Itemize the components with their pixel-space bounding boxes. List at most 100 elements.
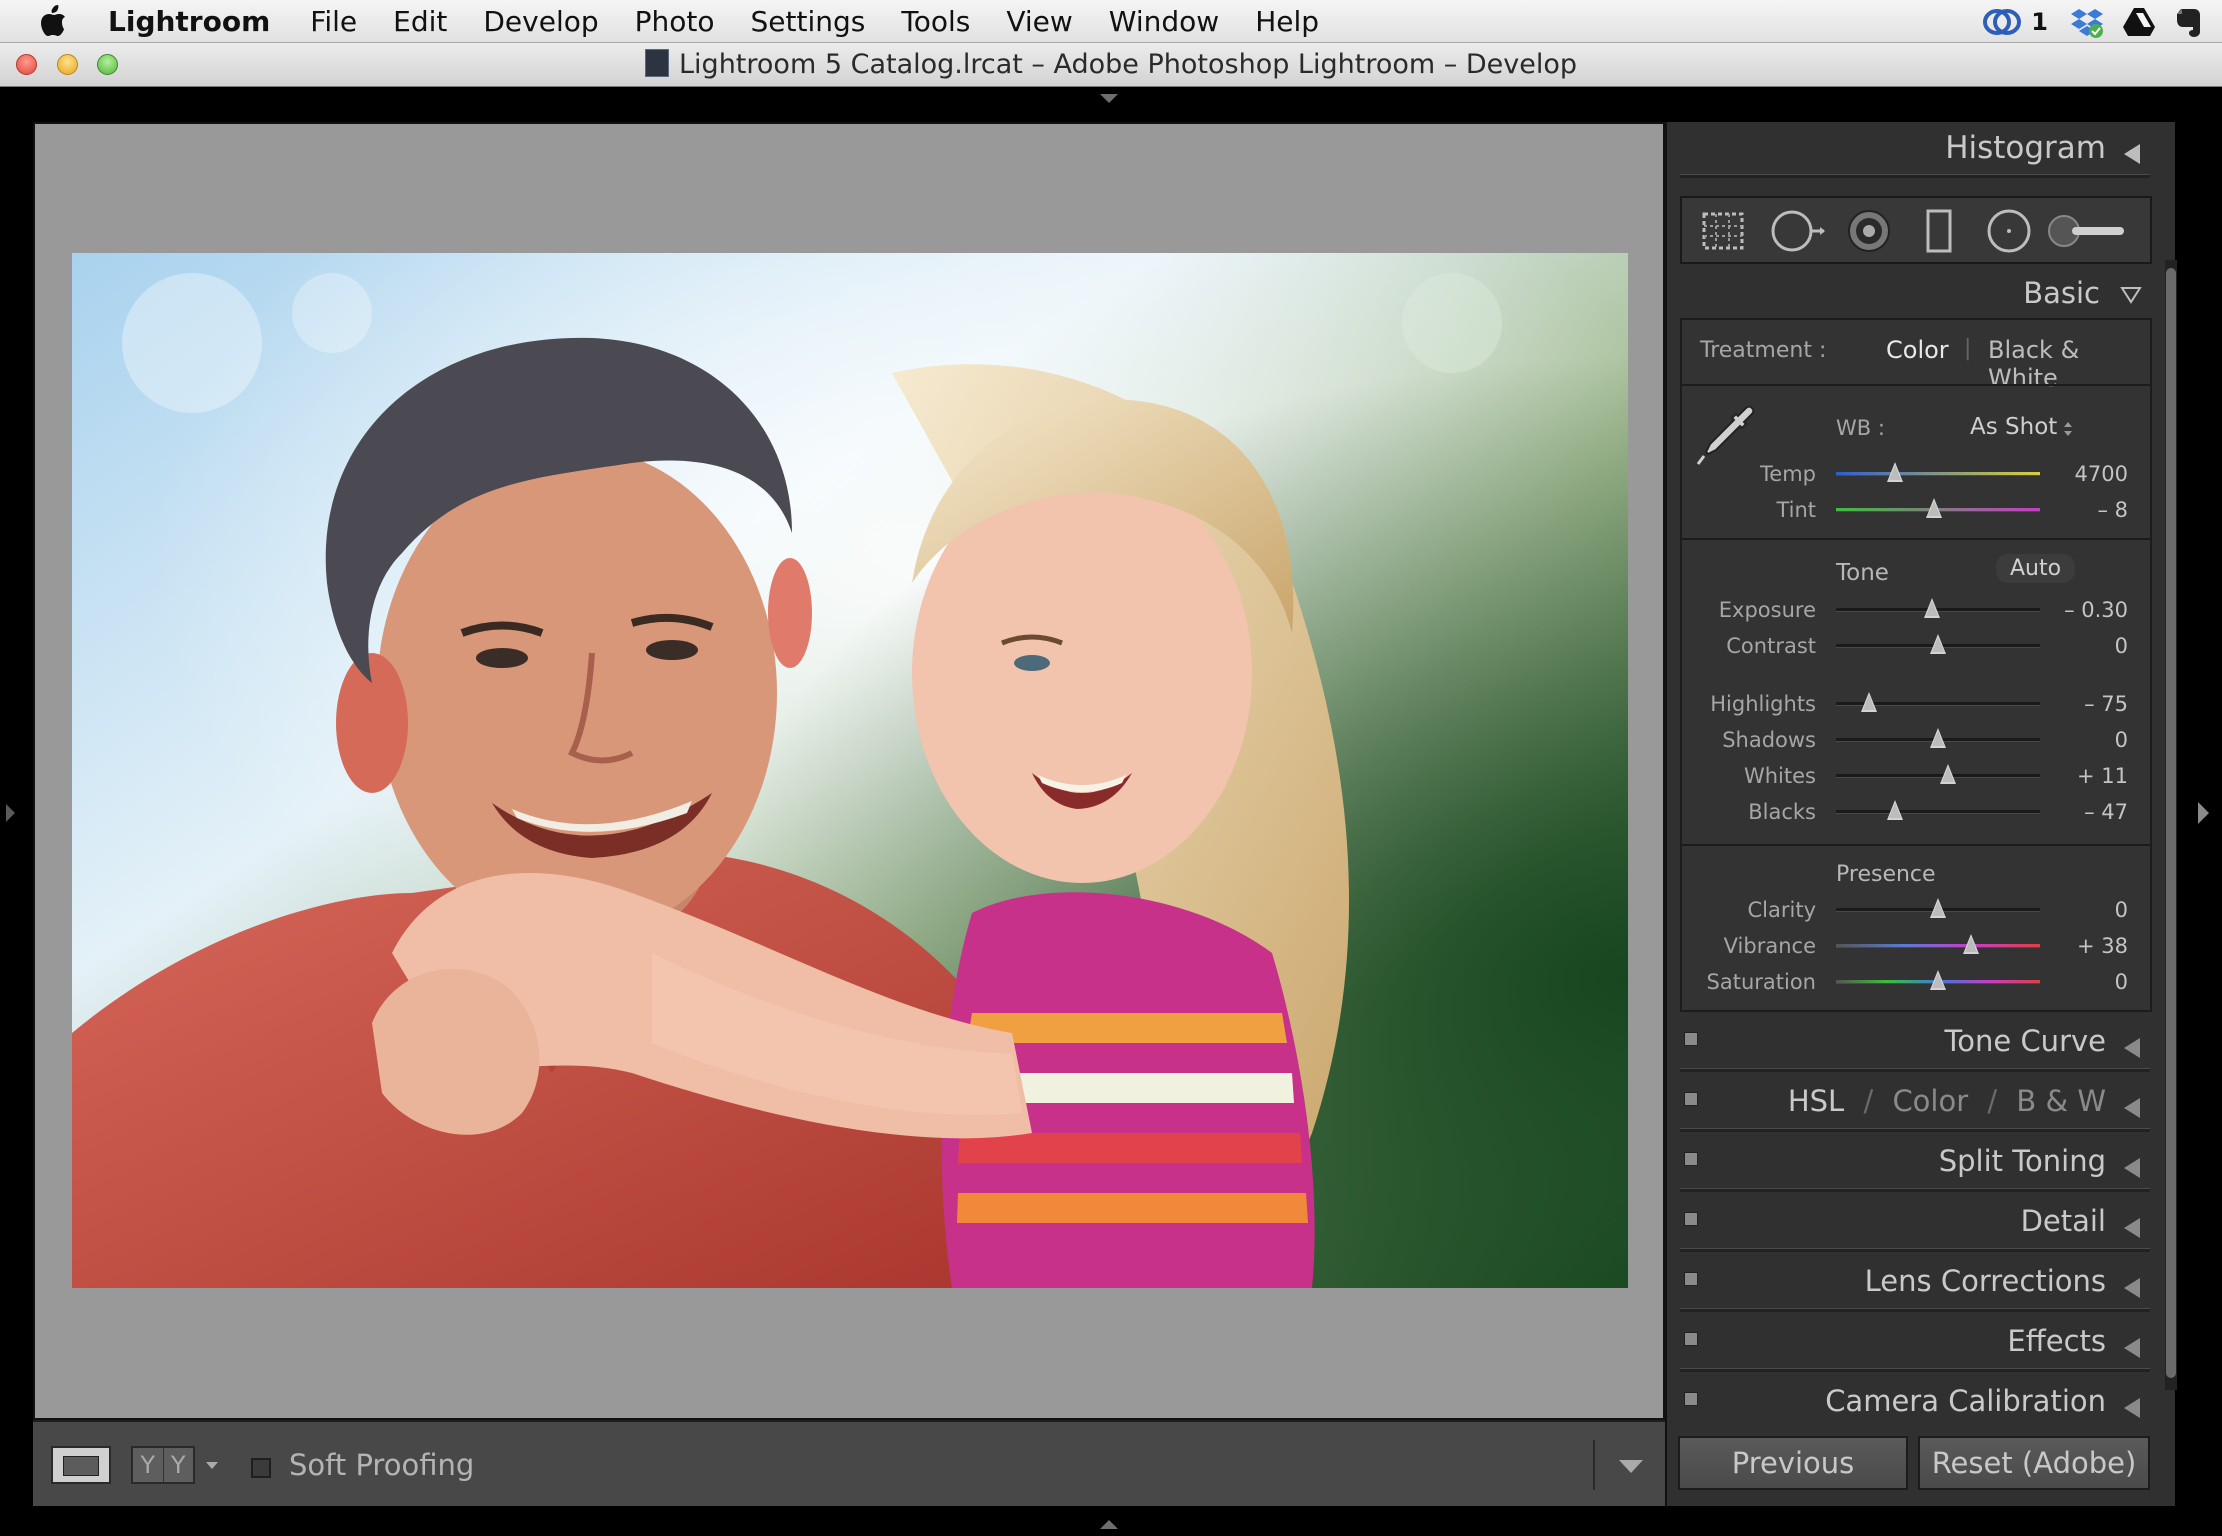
panel-separator xyxy=(1680,174,2150,178)
panel-toggle-switch[interactable] xyxy=(1684,1332,1698,1346)
tone-auto-button[interactable]: Auto xyxy=(1996,554,2076,583)
tab-bw[interactable]: B & W xyxy=(2016,1084,2106,1118)
top-panel-toggle-icon[interactable] xyxy=(1100,94,1118,103)
lens-corrections-panel-header[interactable]: Lens Corrections xyxy=(1680,1260,2150,1308)
histogram-panel-header[interactable]: Histogram xyxy=(1680,126,2150,174)
whites-slider-track[interactable] xyxy=(1836,774,2040,778)
hsl-panel-header[interactable]: HSL / Color / B & W xyxy=(1680,1080,2150,1128)
camera-calibration-panel-header[interactable]: Camera Calibration xyxy=(1680,1380,2150,1428)
right-panel-toggle-icon[interactable] xyxy=(2198,802,2209,824)
panel-toggle-switch[interactable] xyxy=(1684,1212,1698,1226)
before-after-dropdown-icon[interactable] xyxy=(206,1462,218,1469)
crop-overlay-icon[interactable] xyxy=(1698,206,1748,256)
whites-slider-thumb[interactable] xyxy=(1940,764,1957,784)
saturation-label: Saturation xyxy=(1706,970,1816,994)
menu-photo[interactable]: Photo xyxy=(635,0,715,43)
clarity-value[interactable]: 0 xyxy=(2115,898,2128,922)
spot-removal-icon[interactable] xyxy=(1768,206,1828,256)
red-eye-icon[interactable] xyxy=(1844,206,1894,256)
vibrance-slider-thumb[interactable] xyxy=(1962,934,1979,954)
menu-app-lightroom[interactable]: Lightroom xyxy=(108,0,270,43)
toolbar-content-menu-icon[interactable] xyxy=(1619,1460,1643,1473)
menu-settings[interactable]: Settings xyxy=(751,0,866,43)
menu-help[interactable]: Help xyxy=(1255,0,1319,43)
photo-preview[interactable] xyxy=(72,253,1628,1288)
menu-file[interactable]: File xyxy=(310,0,357,43)
temp-value[interactable]: 4700 xyxy=(2075,462,2128,486)
shadows-value[interactable]: 0 xyxy=(2115,728,2128,752)
basic-panel-header[interactable]: Basic xyxy=(1680,272,2150,320)
panel-collapse-icon xyxy=(2120,287,2142,304)
contrast-value[interactable]: 0 xyxy=(2115,634,2128,658)
temp-slider-thumb[interactable] xyxy=(1887,462,1904,482)
split-toning-panel-header[interactable]: Split Toning xyxy=(1680,1140,2150,1188)
panel-toggle-switch[interactable] xyxy=(1684,1032,1698,1046)
panel-toggle-switch[interactable] xyxy=(1684,1152,1698,1166)
google-drive-icon[interactable] xyxy=(2122,7,2156,37)
vibrance-value[interactable]: + 38 xyxy=(2077,934,2128,958)
vibrance-slider-track[interactable] xyxy=(1836,944,2040,948)
previous-button[interactable]: Previous xyxy=(1678,1436,1908,1490)
left-panel-toggle-icon[interactable] xyxy=(6,804,15,822)
treatment-label: Treatment : xyxy=(1700,338,1827,363)
saturation-slider-thumb[interactable] xyxy=(1930,970,1946,990)
menu-tools[interactable]: Tools xyxy=(901,0,970,43)
before-after-view-button[interactable]: Y Y xyxy=(131,1446,195,1484)
menu-develop[interactable]: Develop xyxy=(483,0,598,43)
filmstrip-toggle-icon[interactable] xyxy=(1100,1520,1118,1529)
blacks-slider-thumb[interactable] xyxy=(1887,800,1904,820)
graduated-filter-icon[interactable] xyxy=(1914,206,1964,256)
right-panel-scroll-thumb[interactable] xyxy=(2166,268,2176,1378)
exposure-value[interactable]: – 0.30 xyxy=(2064,598,2128,622)
wb-preset-select[interactable]: As Shot xyxy=(1970,414,2057,440)
exposure-label: Exposure xyxy=(1718,598,1816,622)
menu-window[interactable]: Window xyxy=(1109,0,1219,43)
window-title-text: Lightroom 5 Catalog.lrcat – Adobe Photos… xyxy=(679,49,1577,80)
treatment-color-button[interactable]: Color xyxy=(1886,336,1949,364)
tab-color[interactable]: Color xyxy=(1892,1084,1968,1118)
panel-separator xyxy=(1680,1128,2150,1132)
detail-panel-header[interactable]: Detail xyxy=(1680,1200,2150,1248)
panel-toggle-switch[interactable] xyxy=(1684,1092,1698,1106)
wb-select-arrows-icon[interactable] xyxy=(2062,420,2074,438)
loupe-view xyxy=(33,122,1665,1420)
adjustment-brush-icon[interactable] xyxy=(2048,206,2128,256)
dropbox-icon[interactable] xyxy=(2070,6,2104,38)
tone-curve-panel-header[interactable]: Tone Curve xyxy=(1680,1020,2150,1068)
highlights-value[interactable]: – 75 xyxy=(2084,692,2128,716)
whites-label: Whites xyxy=(1743,764,1816,788)
soft-proofing-checkbox[interactable] xyxy=(251,1458,271,1478)
contrast-label: Contrast xyxy=(1726,634,1816,658)
lens-corrections-title: Lens Corrections xyxy=(1864,1264,2106,1298)
blacks-value[interactable]: – 47 xyxy=(2084,800,2128,824)
panel-expand-icon xyxy=(2124,1098,2140,1118)
saturation-value[interactable]: 0 xyxy=(2115,970,2128,994)
contrast-slider-thumb[interactable] xyxy=(1930,634,1946,654)
reset-button[interactable]: Reset (Adobe) xyxy=(1918,1436,2150,1490)
apple-logo-icon[interactable] xyxy=(38,4,68,38)
tint-value[interactable]: – 8 xyxy=(2097,498,2128,522)
radial-filter-icon[interactable] xyxy=(1984,206,2034,256)
white-balance-eyedropper-icon[interactable] xyxy=(1694,400,1764,470)
tint-slider-thumb[interactable] xyxy=(1925,498,1942,518)
exposure-slider-thumb[interactable] xyxy=(1923,598,1940,618)
whites-value[interactable]: + 11 xyxy=(2077,764,2128,788)
menu-edit[interactable]: Edit xyxy=(393,0,447,43)
shadows-slider-thumb[interactable] xyxy=(1930,728,1946,748)
panel-toggle-switch[interactable] xyxy=(1684,1392,1698,1406)
lightroom-catalog-icon xyxy=(645,49,670,77)
clarity-slider-thumb[interactable] xyxy=(1930,898,1946,918)
temp-slider-track[interactable] xyxy=(1836,472,2040,476)
temp-label: Temp xyxy=(1760,462,1816,486)
evernote-icon[interactable] xyxy=(2174,6,2204,38)
loupe-view-button[interactable] xyxy=(51,1446,111,1484)
blacks-slider-track[interactable] xyxy=(1836,810,2040,814)
highlights-slider-thumb[interactable] xyxy=(1860,692,1877,712)
menu-view[interactable]: View xyxy=(1006,0,1072,43)
tab-hsl[interactable]: HSL xyxy=(1788,1084,1844,1118)
panel-toggle-switch[interactable] xyxy=(1684,1272,1698,1286)
effects-panel-header[interactable]: Effects xyxy=(1680,1320,2150,1368)
soft-proofing-label[interactable]: Soft Proofing xyxy=(289,1448,474,1482)
sync-count: 1 xyxy=(2031,7,2048,36)
sync-status-icon[interactable] xyxy=(1983,7,2023,37)
